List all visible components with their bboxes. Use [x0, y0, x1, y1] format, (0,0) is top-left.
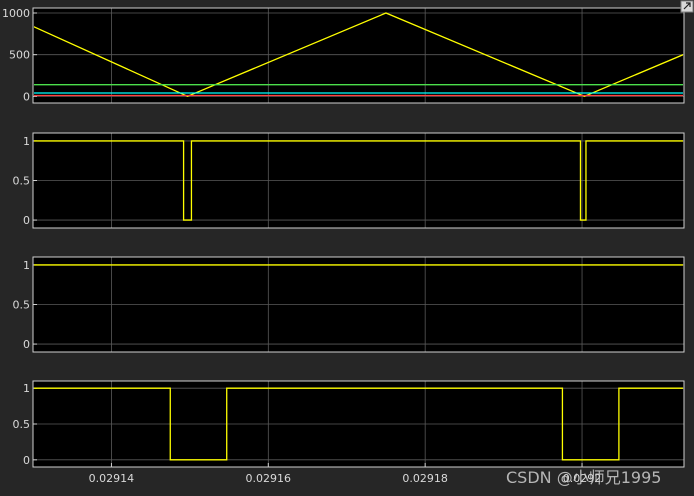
y-tick-label: 1 — [23, 382, 30, 395]
y-tick-label: 0 — [23, 214, 30, 227]
y-tick-label: 0.5 — [13, 299, 31, 312]
x-tick-label: 0.02916 — [246, 472, 292, 485]
y-tick-label: 0 — [23, 338, 30, 351]
y-tick-label: 1000 — [2, 7, 30, 20]
scope-panel-3: 00.51 — [13, 256, 685, 353]
y-tick-label: 500 — [9, 49, 30, 62]
y-tick-label: 0.5 — [13, 418, 31, 431]
watermark: CSDN @小师兄1995 — [506, 468, 661, 487]
scope-panel-2: 00.51 — [13, 132, 685, 229]
x-tick-label: 0.02914 — [89, 472, 135, 485]
y-tick-label: 0.5 — [13, 175, 31, 188]
y-tick-label: 0 — [23, 454, 30, 467]
expand-corner-icon[interactable] — [680, 0, 694, 13]
scope-panel-1: 0 500 1000 — [2, 7, 685, 104]
plot-area — [33, 8, 684, 103]
scope-panels: 0500100000.5100.5100.510.02914 0.02916 0.0… — [2, 7, 685, 485]
scope-figure: 0500100000.5100.5100.510.02914 0.02916 0.0… — [2, 0, 694, 487]
y-tick-label: 1 — [23, 259, 30, 272]
y-tick-label: 0 — [23, 90, 30, 103]
y-tick-label: 1 — [23, 135, 30, 148]
x-tick-label: 0.02918 — [402, 472, 448, 485]
